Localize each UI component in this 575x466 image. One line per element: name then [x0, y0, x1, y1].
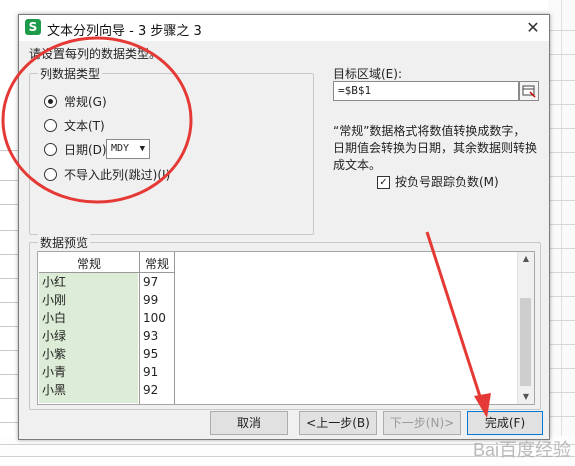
radio-skip[interactable]: 不导入此列(跳过)(I) — [44, 165, 170, 183]
next-button[interactable]: 下一步(N)> — [383, 411, 461, 435]
baidu-watermark: Bai百度经验 — [472, 440, 571, 460]
radio-text-label: 文本(T) — [64, 118, 105, 133]
column-divider-2 — [174, 252, 175, 404]
preview-cell-name: 小白 — [42, 311, 67, 325]
preview-scrollbar[interactable]: ▲ ▼ — [517, 252, 534, 404]
radio-skip-label: 不导入此列(跳过)(I) — [64, 167, 171, 182]
range-picker-button[interactable] — [519, 81, 539, 101]
preview-cell-score: 100 — [143, 311, 166, 325]
destination-input[interactable]: =$B$1 — [333, 81, 519, 101]
description-line-1: “常规”数据格式将数值转换成数字， — [333, 124, 526, 138]
preview-cell-score: 91 — [143, 365, 159, 379]
preview-cell-name: 小紫 — [42, 347, 67, 361]
background-sheet-right — [548, 0, 575, 466]
preview-cell-score: 95 — [143, 347, 159, 361]
scroll-down-icon[interactable]: ▼ — [518, 390, 534, 404]
back-button[interactable]: <上一步(B) — [299, 411, 377, 435]
preview-cell-name: 小绿 — [42, 329, 67, 343]
wps-app-icon: S — [25, 19, 41, 35]
date-format-select[interactable]: MDY ▼ — [106, 139, 150, 159]
text-to-columns-dialog: S 文本分列向导 - 3 步骤之 3 ✕ 请设置每列的数据类型。 列数据类型 常… — [18, 14, 550, 440]
scroll-thumb[interactable] — [520, 298, 531, 386]
close-button[interactable]: ✕ — [523, 18, 543, 38]
negative-sign-label: 按负号跟踪负数(M) — [395, 175, 499, 189]
destination-label: 目标区域(E): — [333, 67, 402, 81]
description-line-2: 日期值会转换为日期，其余数据则转换 — [333, 141, 538, 155]
preview-cell-name: 小黑 — [42, 383, 67, 397]
radio-general-label: 常规(G) — [64, 94, 107, 109]
radio-date-label: 日期(D) — [64, 142, 107, 157]
radio-skip-indicator[interactable] — [44, 167, 57, 181]
radio-text-indicator[interactable] — [44, 118, 57, 132]
range-picker-icon — [522, 85, 536, 98]
format-description: “常规”数据格式将数值转换成数字， 日期值会转换为日期，其余数据则转换 成文本。 — [333, 123, 543, 174]
title-bar: S 文本分列向导 - 3 步骤之 3 ✕ — [19, 15, 549, 41]
preview-cell-name: 小刚 — [42, 293, 67, 307]
preview-header-1: 常规 — [76, 257, 101, 271]
column-divider-1 — [139, 252, 140, 404]
radio-text[interactable]: 文本(T) — [44, 116, 105, 134]
column-type-group: 列数据类型 常规(G) 文本(T) 日期(D) MDY ▼ 不导入此列(跳过)(… — [29, 65, 314, 235]
date-format-value: MDY — [111, 143, 130, 154]
cancel-button[interactable]: 取消 — [210, 411, 288, 435]
data-preview-table[interactable]: 常规 常规 小红 97 小刚 99 小白 100 小绿 93 小紫 95 小青 … — [37, 251, 535, 405]
radio-date-indicator[interactable] — [44, 142, 57, 156]
preview-cell-score: 99 — [143, 293, 159, 307]
data-preview-title: 数据预览 — [38, 234, 91, 251]
chevron-down-icon: ▼ — [139, 144, 145, 154]
column-type-group-title: 列数据类型 — [38, 65, 103, 82]
preview-cell-score: 92 — [143, 383, 159, 397]
radio-date[interactable]: 日期(D) — [44, 140, 107, 158]
dialog-title: 文本分列向导 - 3 步骤之 3 — [47, 24, 202, 39]
preview-cell-name: 小红 — [42, 275, 67, 289]
header-divider — [39, 272, 174, 273]
preview-cell-score: 93 — [143, 329, 159, 343]
radio-general-indicator[interactable] — [44, 94, 57, 108]
description-line-3: 成文本。 — [333, 158, 382, 172]
scroll-up-icon[interactable]: ▲ — [518, 252, 534, 266]
instruction-text: 请设置每列的数据类型。 — [29, 47, 162, 61]
radio-general[interactable]: 常规(G) — [44, 92, 107, 110]
preview-cell-name: 小青 — [42, 365, 67, 379]
preview-cell-score: 97 — [143, 275, 159, 289]
finish-button[interactable]: 完成(F) — [467, 411, 543, 435]
preview-header-2: 常规 — [144, 257, 169, 271]
negative-sign-checkbox[interactable]: ✓ — [377, 176, 390, 189]
